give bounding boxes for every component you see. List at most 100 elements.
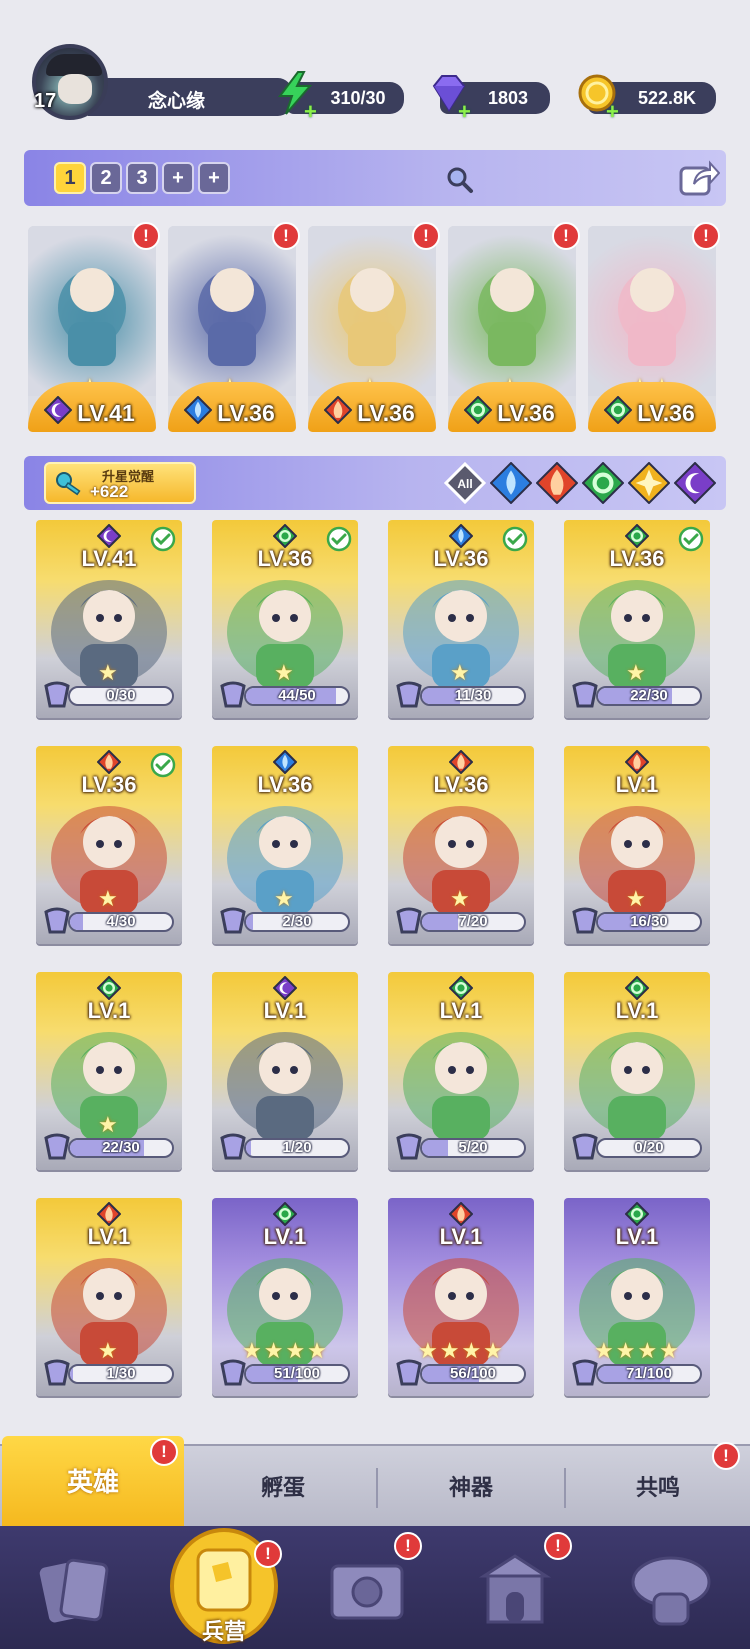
mushroom-house-icon[interactable]: [626, 1546, 716, 1636]
water-element-icon: [183, 395, 213, 425]
team-selector-bar: 1 2 3 + +: [24, 150, 726, 206]
shard-icon: [396, 1359, 422, 1386]
hero-portrait: [308, 226, 436, 396]
hero-card[interactable]: LV.36 ★ 4/30: [36, 746, 182, 944]
star-icon: ★: [274, 660, 294, 685]
water-element-icon: [272, 749, 298, 775]
nav-map[interactable]: !: [322, 1532, 422, 1636]
hero-card[interactable]: LV.36 ★ 2/30: [212, 746, 358, 944]
hero-level: LV.1: [615, 1224, 659, 1249]
shard-progress-text: 22/30: [102, 1139, 140, 1156]
share-icon[interactable]: [678, 158, 720, 198]
hero-card[interactable]: LV.1 0/20: [564, 972, 710, 1170]
shard-progress-bar: 7/20: [420, 912, 526, 932]
gold-counter[interactable]: + 522.8K: [578, 74, 716, 124]
shard-progress-bar: 22/30: [68, 1138, 174, 1158]
hero-level: LV.1: [263, 1224, 307, 1249]
hero-portrait: [448, 226, 576, 396]
hero-card[interactable]: LV.1 1/20: [212, 972, 358, 1170]
team-tab-1[interactable]: 1: [54, 162, 86, 194]
star-icon: ★: [626, 660, 646, 685]
star-icon: ★: [450, 886, 470, 911]
hero-portrait: [168, 226, 296, 396]
hero-card[interactable]: LV.1 ★★★★ 51/100: [212, 1198, 358, 1396]
shard-progress-bar: 0/30: [68, 686, 174, 706]
hero-card[interactable]: LV.1 ★ 16/30: [564, 746, 710, 944]
shard-progress-bar: 2/30: [244, 912, 350, 932]
hero-level: LV.41: [81, 546, 137, 571]
star-icon: ★: [274, 886, 294, 911]
shard-progress-text: 1/30: [106, 1365, 136, 1382]
team-hero-card[interactable]: ★ LV.36 !: [448, 222, 580, 432]
hero-level: LV.1: [263, 998, 307, 1023]
shard-progress-text: 22/30: [630, 687, 668, 704]
svg-text:All: All: [457, 477, 472, 491]
hero-card[interactable]: LV.1 ★★★★ 56/100: [388, 1198, 534, 1396]
player-name: 念心缘: [88, 78, 292, 116]
energy-value: 310/30: [330, 88, 386, 108]
hero-card[interactable]: LV.36 ★ 11/30: [388, 520, 534, 718]
dark-element-icon: [43, 395, 73, 425]
team-hero-card[interactable]: ★ LV.36 !: [308, 222, 440, 432]
hero-card[interactable]: LV.1 ★★★★ 71/100: [564, 1198, 710, 1396]
filter-water[interactable]: [489, 461, 533, 505]
fire-element-icon: [448, 749, 474, 775]
add-gold-icon[interactable]: +: [606, 96, 619, 128]
hero-card[interactable]: LV.1 5/20: [388, 972, 534, 1170]
player-profile[interactable]: 17 念心缘: [28, 40, 292, 120]
gold-value: 522.8K: [637, 88, 697, 108]
wind-element-icon: [624, 523, 650, 549]
cards-icon[interactable]: [30, 1546, 120, 1636]
wind-element-icon: [463, 395, 493, 425]
wind-filter-icon: [581, 461, 625, 505]
hero-level: LV.1: [87, 1224, 131, 1249]
hero-card[interactable]: LV.1 ★ 1/30: [36, 1198, 182, 1396]
add-gems-icon[interactable]: +: [458, 96, 471, 128]
key-icon: [56, 472, 81, 496]
alert-badge: !: [552, 222, 580, 250]
filter-all[interactable]: All: [443, 461, 487, 505]
hero-card[interactable]: LV.36 ★ 22/30: [564, 520, 710, 718]
shard-progress-bar: 22/30: [596, 686, 702, 706]
shard-progress-text: 4/30: [106, 913, 136, 930]
shard-progress-text: 0/20: [634, 1139, 664, 1156]
shard-icon: [396, 681, 422, 708]
fire-element-icon: [323, 395, 353, 425]
star-awaken-button[interactable]: 升星觉醒 +622: [44, 462, 196, 504]
filter-light[interactable]: [627, 461, 671, 505]
star-rating: ★★★★: [418, 1338, 505, 1363]
nav-barracks-label: 兵营: [201, 1619, 246, 1644]
team-tab-add[interactable]: +: [162, 162, 194, 194]
water-element-icon: [448, 523, 474, 549]
team-hero-card[interactable]: ★ LV.41 !: [28, 222, 160, 432]
shard-progress-bar: 51/100: [244, 1364, 350, 1384]
shard-icon: [220, 1133, 246, 1160]
shard-progress-bar: 44/50: [244, 686, 350, 706]
shard-progress-text: 0/30: [106, 687, 136, 704]
filter-dark[interactable]: [673, 461, 717, 505]
nav-barracks[interactable]: 兵营 !: [168, 1506, 282, 1648]
nav-temple[interactable]: !: [470, 1532, 572, 1636]
hero-card[interactable]: LV.36 ★ 44/50: [212, 520, 358, 718]
shard-progress-text: 11/30: [454, 687, 492, 704]
add-energy-icon[interactable]: +: [304, 96, 317, 128]
hero-card[interactable]: LV.36 ★ 7/20: [388, 746, 534, 944]
hero-card[interactable]: LV.41 ★ 0/30: [36, 520, 182, 718]
hero-card[interactable]: LV.1 ★ 22/30: [36, 972, 182, 1170]
dark-filter-icon: [673, 461, 717, 505]
search-icon[interactable]: [444, 164, 474, 194]
gem-counter[interactable]: + 1803: [432, 75, 550, 124]
team-tab-3[interactable]: 3: [126, 162, 158, 194]
filter-fire[interactable]: [535, 461, 579, 505]
hero-portrait: [28, 226, 156, 396]
filter-wind[interactable]: [581, 461, 625, 505]
team-hero-card[interactable]: ★★ LV.36 !: [588, 222, 720, 432]
team-hero-card[interactable]: ★ LV.36 !: [168, 222, 300, 432]
tab-artifacts[interactable]: 神器: [378, 1446, 564, 1528]
team-tab-add[interactable]: +: [198, 162, 230, 194]
hero-level: LV.1: [439, 1224, 483, 1249]
team-tab-2[interactable]: 2: [90, 162, 122, 194]
hero-level: LV.1: [439, 998, 483, 1023]
energy-counter[interactable]: + 310/30: [278, 71, 404, 124]
fire-element-icon: [448, 1201, 474, 1227]
